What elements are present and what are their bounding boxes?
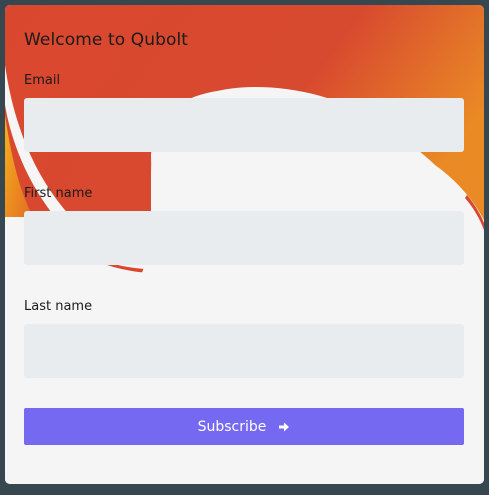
last-name-field[interactable] [24, 324, 464, 378]
first-name-label: First name [24, 186, 93, 201]
email-field[interactable] [24, 98, 464, 152]
first-name-field[interactable] [24, 211, 464, 265]
form-title: Welcome to Qubolt [24, 30, 189, 50]
subscribe-form: Welcome to Qubolt Email First name Last … [5, 5, 484, 484]
arrow-right-icon [279, 422, 290, 431]
subscribe-card: Welcome to Qubolt Email First name Last … [5, 5, 484, 484]
email-label: Email [24, 73, 61, 88]
subscribe-button-label: Subscribe [197, 418, 267, 435]
subscribe-button[interactable]: Subscribe [24, 408, 464, 445]
last-name-label: Last name [24, 299, 93, 314]
